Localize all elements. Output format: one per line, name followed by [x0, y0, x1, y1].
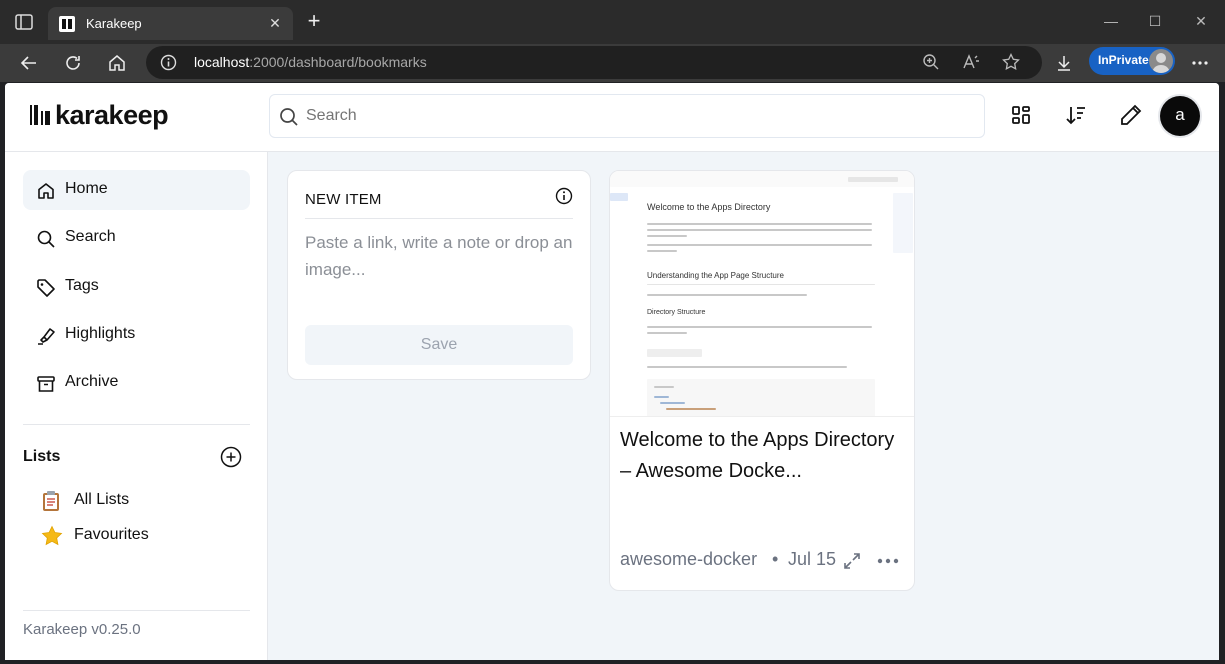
layout-grid-icon[interactable]	[1009, 103, 1033, 127]
karakeep-logo-icon	[29, 103, 51, 127]
minimize-icon[interactable]: —	[1096, 8, 1126, 34]
expand-icon[interactable]	[843, 552, 861, 570]
inprivate-button[interactable]: InPrivate	[1089, 47, 1175, 75]
home-icon	[36, 181, 56, 201]
preview-section-title: Understanding the App Page Structure	[647, 271, 784, 280]
new-item-title: NEW ITEM	[305, 191, 382, 208]
sort-icon[interactable]	[1064, 103, 1088, 127]
maximize-icon[interactable]: ☐	[1140, 8, 1170, 34]
favorite-star-icon[interactable]	[1002, 52, 1022, 73]
edit-pencil-icon[interactable]	[1119, 103, 1143, 127]
downloads-icon[interactable]	[1051, 50, 1077, 76]
bookmark-footer: awesome-docker • Jul 15	[620, 549, 910, 573]
read-aloud-icon[interactable]	[962, 53, 982, 73]
logo-text: karakeep	[55, 99, 169, 130]
preview-text-line	[647, 294, 807, 296]
preview-heading: Welcome to the Apps Directory	[647, 202, 771, 212]
preview-toc	[893, 193, 913, 253]
save-button[interactable]: Save	[305, 325, 573, 365]
preview-code-line	[666, 408, 716, 410]
zoom-icon[interactable]	[922, 53, 942, 73]
user-avatar[interactable]: a	[1160, 96, 1200, 136]
new-item-card: NEW ITEM Paste a link, write a note or d…	[287, 170, 591, 380]
close-window-icon[interactable]: ✕	[1186, 8, 1216, 34]
new-tab-icon[interactable]: +	[303, 10, 325, 33]
karakeep-favicon-icon	[59, 16, 75, 32]
list-item-favourites[interactable]: Favourites	[41, 521, 241, 549]
new-item-divider	[305, 218, 573, 219]
bookmark-title[interactable]: Welcome to the Apps Directory – Awesome …	[620, 425, 908, 487]
archive-icon	[36, 374, 56, 394]
preview-text-line	[647, 332, 687, 334]
browser-menu-icon[interactable]	[1187, 50, 1213, 76]
app-window: karakeep a Home	[5, 83, 1219, 660]
profile-avatar-icon	[1149, 49, 1173, 73]
search-bar[interactable]	[269, 94, 985, 138]
info-icon[interactable]	[555, 187, 573, 205]
preview-code-line	[654, 386, 674, 388]
highlighter-icon	[36, 326, 56, 346]
preview-text-line	[647, 229, 872, 231]
preview-code-block	[647, 379, 875, 416]
url-text: localhost:2000/dashboard/bookmarks	[194, 54, 427, 70]
bookmark-card[interactable]: Welcome to the Apps Directory Understand…	[609, 170, 915, 591]
sidebar-item-highlights[interactable]: Highlights	[23, 315, 250, 355]
sidebar-footer-divider	[23, 610, 250, 611]
preview-code-line	[660, 402, 685, 404]
new-item-textarea[interactable]: Paste a link, write a note or drop an im…	[305, 229, 575, 283]
list-item-all-lists[interactable]: All Lists	[41, 486, 241, 514]
preview-subsection-title: Directory Structure	[647, 309, 706, 316]
logo[interactable]: karakeep	[29, 99, 169, 130]
back-icon[interactable]	[16, 50, 42, 76]
search-icon	[279, 107, 299, 132]
home-browser-icon[interactable]	[104, 50, 130, 76]
close-tab-icon[interactable]: ✕	[265, 13, 285, 33]
bookmark-date: Jul 15	[788, 549, 837, 569]
lists-heading: Lists	[23, 448, 61, 465]
more-options-icon[interactable]	[876, 553, 900, 569]
browser-titlebar: Karakeep ✕ + — ☐ ✕	[0, 0, 1225, 44]
bookmark-domain[interactable]: awesome-docker	[620, 549, 757, 570]
sidebar-item-tags[interactable]: Tags	[23, 267, 250, 307]
preview-search	[848, 177, 898, 182]
preview-text-line	[647, 235, 687, 237]
star-icon	[41, 525, 63, 547]
sidebar-divider	[23, 424, 250, 425]
app-header: karakeep a	[5, 83, 1219, 152]
sidebar-item-search[interactable]: Search	[23, 218, 250, 258]
address-bar[interactable]: localhost:2000/dashboard/bookmarks	[146, 46, 1042, 79]
preview-code-line	[654, 396, 669, 398]
search-input[interactable]	[306, 107, 946, 125]
bookmark-screenshot-preview[interactable]: Welcome to the Apps Directory Understand…	[610, 171, 914, 417]
preview-text-line	[647, 250, 677, 252]
bookmarks-grid: NEW ITEM Paste a link, write a note or d…	[269, 152, 1219, 660]
clipboard-icon	[41, 490, 63, 512]
preview-text-line	[647, 326, 872, 328]
tab-title: Karakeep	[86, 16, 142, 31]
preview-text-line	[647, 366, 847, 368]
sidebar-item-archive[interactable]: Archive	[23, 363, 250, 403]
browser-toolbar: localhost:2000/dashboard/bookmarks InPri…	[0, 44, 1225, 82]
footer-separator: •	[772, 549, 779, 569]
preview-code-inline	[647, 349, 702, 357]
sidebar-item-home[interactable]: Home	[23, 170, 250, 210]
preview-rule	[647, 284, 875, 285]
preview-text-line	[647, 223, 872, 225]
tag-icon	[36, 278, 56, 298]
site-info-icon[interactable]	[160, 54, 177, 76]
preview-nav-highlight	[610, 193, 628, 201]
add-list-icon[interactable]	[220, 446, 242, 468]
search-icon	[36, 229, 56, 249]
sidebar: Home Search Tags Highlights Archive List…	[5, 152, 268, 660]
preview-text-line	[647, 244, 872, 246]
refresh-icon[interactable]	[60, 50, 86, 76]
tab-actions-icon[interactable]	[15, 14, 33, 30]
browser-tab[interactable]: Karakeep ✕	[48, 7, 293, 40]
app-version: Karakeep v0.25.0	[23, 621, 141, 638]
